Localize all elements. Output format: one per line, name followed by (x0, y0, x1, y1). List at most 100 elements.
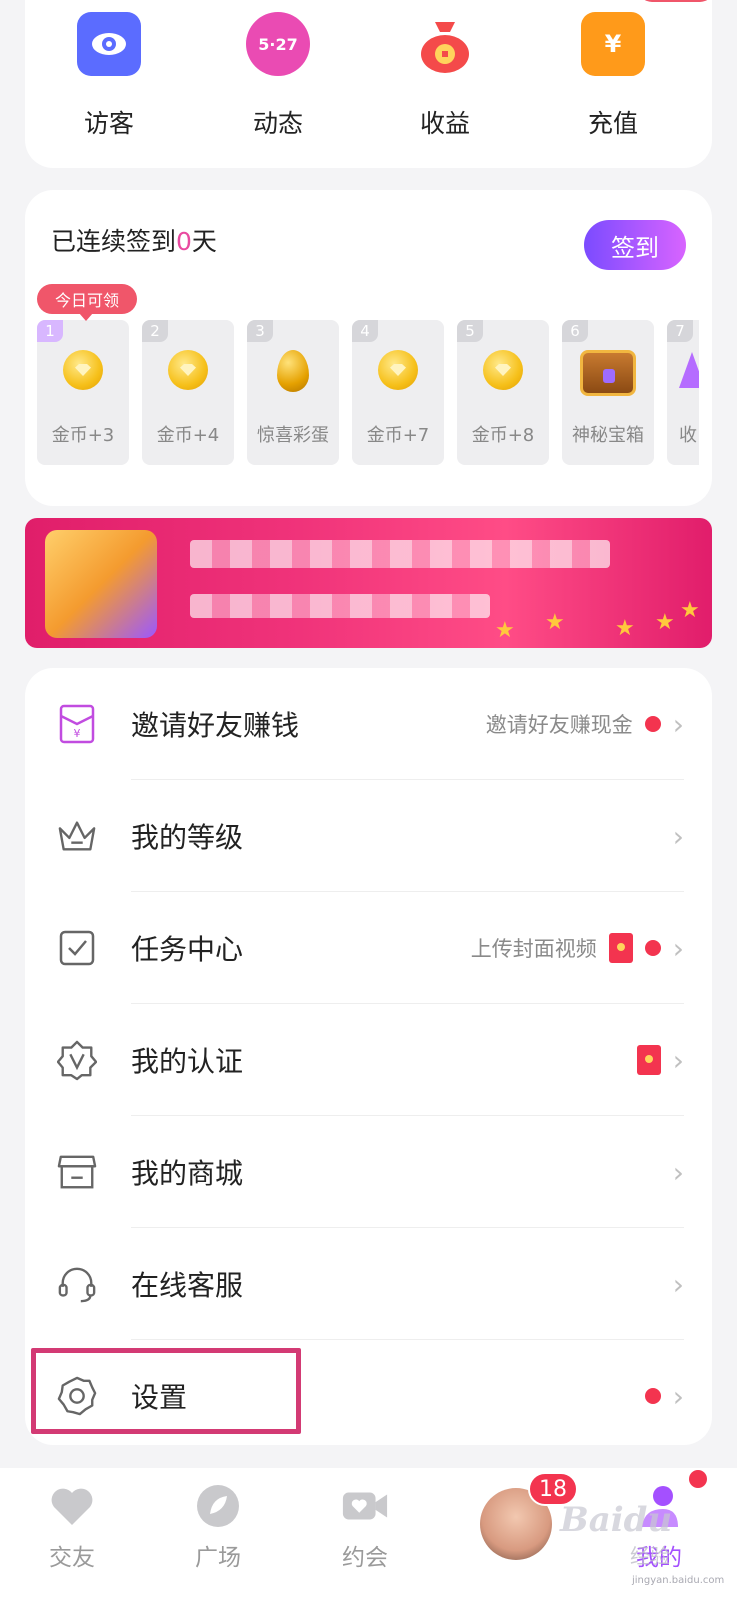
signin-day-7[interactable]: 7 收 (667, 320, 699, 465)
video-camera-icon (341, 1482, 389, 1530)
quick-label-moments: 动态 (252, 109, 303, 138)
menu-right: › (673, 1228, 684, 1340)
coin-icon (63, 350, 103, 390)
chevron-right-icon: › (672, 1043, 684, 1077)
menu-my-level[interactable]: 我的等级 › (25, 780, 712, 892)
menu-label: 在线客服 (131, 1269, 244, 1302)
quick-label-earnings: 收益 (419, 109, 470, 138)
chevron-right-icon: › (672, 1379, 684, 1413)
menu-online-service[interactable]: 在线客服 › (25, 1228, 712, 1340)
menu-card: ¥ 邀请好友赚钱 邀请好友赚现金 › 我的等级 › 任务中心 上传封面视频 › (25, 668, 712, 1445)
signin-days-count: 0 (176, 227, 192, 256)
signin-day-4[interactable]: 4 金币+7 (352, 320, 444, 465)
quick-earnings[interactable]: 收益 (385, 12, 505, 140)
headset-icon (57, 1264, 97, 1304)
day-reward-label: 惊喜彩蛋 (257, 425, 329, 446)
menu-right: 邀请好友赚现金 › (486, 668, 684, 780)
red-packet-icon (636, 1045, 661, 1075)
notification-dot (644, 940, 661, 956)
day-number: 7 (667, 320, 693, 342)
moments-icon: 5·27 (246, 12, 310, 76)
verified-badge-icon (57, 1040, 97, 1081)
star-icon: ★ (680, 598, 700, 623)
day-number: 5 (457, 320, 483, 342)
menu-right: › (644, 1340, 684, 1452)
chevron-right-icon: › (672, 1267, 684, 1301)
star-icon: ★ (615, 616, 635, 641)
day-number: 6 (562, 320, 588, 342)
day-number: 4 (352, 320, 378, 342)
day-reward-label: 神秘宝箱 (572, 425, 644, 446)
red-packet-icon (608, 933, 633, 963)
menu-my-verification[interactable]: 我的认证 › (25, 1004, 712, 1116)
notification-dot (689, 1470, 707, 1488)
quick-visitors[interactable]: 访客 (49, 12, 169, 140)
gift-icon (677, 350, 699, 390)
day-number: 2 (142, 320, 168, 342)
signin-day-3[interactable]: 3 惊喜彩蛋 (247, 320, 339, 465)
menu-label: 任务中心 (131, 933, 244, 966)
menu-invite-friends[interactable]: ¥ 邀请好友赚钱 邀请好友赚现金 › (25, 668, 712, 780)
quick-moments[interactable]: 5·27 动态 (218, 12, 338, 140)
day-reward-label: 金币+3 (51, 425, 115, 446)
baidu-watermark-url: jingyan.baidu.com (632, 1575, 725, 1586)
banner-blurred-subline (190, 594, 490, 618)
menu-my-store[interactable]: 我的商城 › (25, 1116, 712, 1228)
signin-button[interactable]: 签到 (584, 220, 686, 270)
signin-card: 已连续签到0天 签到 今日可领 1 金币+3 2 金币+4 3 惊喜彩蛋 4 金… (25, 190, 712, 506)
day-reward-label: 金币+8 (471, 425, 535, 446)
notification-dot (644, 716, 661, 732)
tab-dating[interactable]: 约会 (310, 1482, 420, 1572)
menu-label: 我的等级 (131, 821, 244, 854)
coin-icon (483, 350, 523, 390)
baidu-watermark-sub: 经验 (630, 1544, 670, 1568)
menu-right: 上传封面视频 › (471, 892, 684, 1004)
banner-blurred-headline (190, 540, 610, 568)
signin-day-1[interactable]: 1 金币+3 (37, 320, 129, 465)
menu-right: › (673, 1116, 684, 1228)
chevron-right-icon: › (672, 707, 684, 741)
quick-recharge[interactable]: ¥ 充值 (553, 12, 673, 140)
eye-icon (77, 12, 141, 76)
notification-dot (644, 1388, 661, 1404)
signin-day-5[interactable]: 5 金币+8 (457, 320, 549, 465)
signin-suffix: 天 (191, 227, 217, 256)
quick-label-visitors: 访客 (83, 109, 134, 138)
menu-right: › (636, 1004, 684, 1116)
star-icon: ★ (545, 610, 565, 635)
menu-subtitle: 邀请好友赚现金 (485, 713, 633, 737)
day-number: 3 (247, 320, 273, 342)
coin-icon (168, 350, 208, 390)
recharge-card-icon: ¥ (581, 12, 645, 76)
svg-text:¥: ¥ (74, 727, 81, 740)
first-recharge-badge: 首充 (638, 0, 714, 2)
chevron-right-icon: › (672, 819, 684, 853)
menu-label: 我的商城 (131, 1157, 244, 1190)
money-bag-icon (413, 12, 477, 76)
coin-icon (378, 350, 418, 390)
crown-icon (57, 816, 97, 856)
treasure-chest-icon (45, 530, 157, 638)
red-envelope-icon: ¥ (57, 704, 97, 744)
chevron-right-icon: › (672, 931, 684, 965)
quick-actions-card: 访客 5·27 动态 收益 ¥ 充值 首充 (25, 0, 714, 168)
settings-highlight-box (31, 1348, 301, 1434)
menu-subtitle: 上传封面视频 (470, 937, 597, 961)
day-number: 1 (37, 320, 63, 342)
treasure-chest-icon (580, 350, 636, 396)
menu-label: 我的认证 (131, 1045, 244, 1078)
signin-streak-text: 已连续签到0天 (51, 222, 217, 258)
menu-task-center[interactable]: 任务中心 上传封面视频 › (25, 892, 712, 1004)
tab-friends[interactable]: 交友 (17, 1482, 127, 1572)
signin-day-2[interactable]: 2 金币+4 (142, 320, 234, 465)
signin-day-6[interactable]: 6 神秘宝箱 (562, 320, 654, 465)
quick-label-recharge: 充值 (587, 109, 638, 138)
chevron-right-icon: › (672, 1155, 684, 1189)
tab-label: 广场 (195, 1545, 241, 1571)
heart-icon (48, 1482, 96, 1530)
day-reward-label: 收 (679, 425, 697, 446)
tab-square[interactable]: 广场 (163, 1482, 273, 1572)
promo-banner[interactable]: ★ ★ ★ ★ ★ (25, 518, 712, 648)
day-reward-label: 金币+7 (366, 425, 430, 446)
day-reward-label: 金币+4 (156, 425, 220, 446)
